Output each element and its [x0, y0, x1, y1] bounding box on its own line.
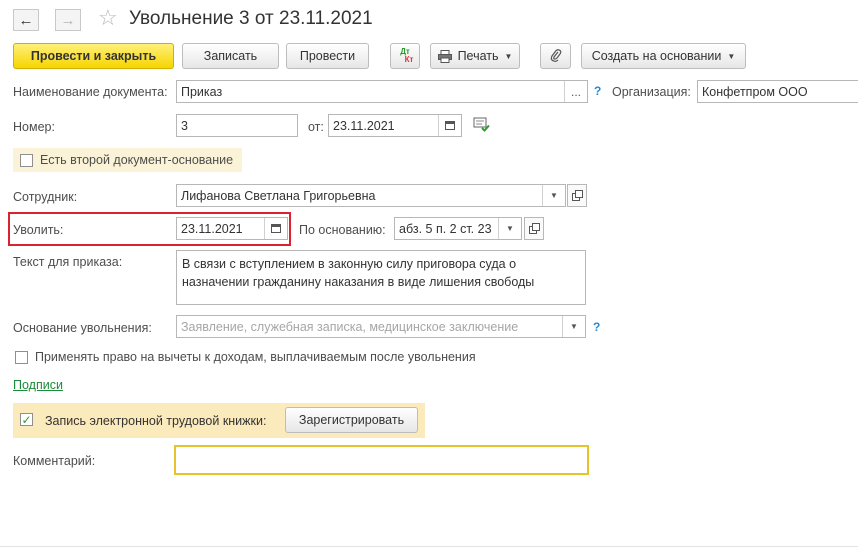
dismissal-reason-label: Основание увольнения:: [13, 321, 152, 335]
employee-open-button[interactable]: [567, 184, 587, 207]
basis-open-button[interactable]: [524, 217, 544, 240]
doc-name-value: Приказ: [181, 84, 223, 99]
number-input[interactable]: 3: [176, 114, 298, 137]
print-label: Печать: [457, 49, 499, 63]
register-button[interactable]: Зарегистрировать: [285, 407, 418, 433]
deductions-label: Применять право на вычеты к доходам, вып…: [35, 350, 476, 364]
attach-button[interactable]: [540, 43, 571, 69]
org-label: Организация:: [612, 85, 691, 99]
save-button[interactable]: Записать: [182, 43, 279, 69]
organization-value: Конфетпром ООО: [702, 84, 808, 99]
document-check-icon[interactable]: [473, 117, 490, 132]
doc-name-label: Наименование документа:: [13, 85, 168, 99]
order-text-line: В связи с вступлением в законную силу пр…: [182, 257, 517, 271]
create-based-on-label: Создать на основании: [591, 49, 722, 63]
create-based-on-button[interactable]: Создать на основании ▼: [581, 43, 746, 69]
order-text-label: Текст для приказа:: [13, 255, 123, 269]
checkmark-icon: ✓: [21, 412, 32, 427]
employee-value: Лифанова Светлана Григорьевна: [181, 188, 376, 203]
kt-label: Кт: [404, 55, 414, 64]
dt-kt-button[interactable]: Дт Кт: [390, 43, 420, 69]
print-button[interactable]: Печать ▼: [430, 43, 520, 69]
back-button[interactable]: ←: [13, 9, 39, 31]
post-button[interactable]: Провести: [286, 43, 369, 69]
organization-input[interactable]: Конфетпром ООО: [697, 80, 858, 103]
etk-checkbox[interactable]: ✓: [20, 413, 33, 426]
comment-label: Комментарий:: [13, 454, 96, 468]
order-text-line: назначении гражданину наказания в виде л…: [182, 275, 535, 289]
open-form-icon: [528, 223, 540, 234]
ellipsis-icon[interactable]: ...: [564, 81, 587, 102]
dropdown-arrow-icon[interactable]: ▼: [562, 316, 585, 337]
etk-label: Запись электронной трудовой книжки:: [45, 414, 267, 428]
employee-input[interactable]: Лифанова Светлана Григорьевна ▼: [176, 184, 566, 207]
open-form-icon: [571, 190, 583, 201]
date-input[interactable]: 23.11.2021: [328, 114, 462, 137]
dropdown-arrow-icon: ▼: [504, 51, 513, 61]
order-text-area[interactable]: В связи с вступлением в законную силу пр…: [176, 250, 586, 305]
help-icon[interactable]: ?: [594, 84, 601, 98]
date-value: 23.11.2021: [333, 118, 395, 133]
second-doc-label: Есть второй документ-основание: [40, 153, 234, 167]
arrow-right-icon: →: [60, 11, 76, 29]
number-value: 3: [181, 118, 188, 133]
help-icon[interactable]: ?: [593, 320, 600, 334]
forward-button[interactable]: →: [55, 9, 81, 31]
employee-label: Сотрудник:: [13, 190, 78, 204]
printer-icon: [437, 49, 452, 63]
dismissal-reason-placeholder: Заявление, служебная записка, медицинско…: [181, 319, 519, 334]
dismiss-label: Уволить:: [13, 223, 64, 237]
number-label: Номер:: [13, 120, 55, 134]
comment-input[interactable]: [174, 445, 589, 475]
calendar-icon[interactable]: [438, 115, 461, 136]
basis-input[interactable]: абз. 5 п. 2 ст. 23 ▼: [394, 217, 522, 240]
doc-name-input[interactable]: Приказ ...: [176, 80, 588, 103]
post-and-close-button[interactable]: Провести и закрыть: [13, 43, 174, 69]
second-doc-checkbox[interactable]: [20, 154, 33, 167]
signatures-link[interactable]: Подписи: [13, 377, 63, 393]
basis-label: По основанию:: [299, 223, 386, 237]
dropdown-arrow-icon: ▼: [727, 51, 736, 61]
deductions-checkbox[interactable]: [15, 351, 28, 364]
dropdown-arrow-icon[interactable]: ▼: [542, 185, 565, 206]
favorite-star-icon[interactable]: ☆: [98, 6, 118, 30]
dismiss-date-value: 23.11.2021: [181, 221, 243, 236]
dropdown-arrow-icon[interactable]: ▼: [498, 218, 521, 239]
date-label: от:: [308, 120, 324, 134]
paperclip-icon: [550, 49, 561, 62]
dismissal-reason-input[interactable]: Заявление, служебная записка, медицинско…: [176, 315, 586, 338]
basis-value: абз. 5 п. 2 ст. 23: [399, 221, 492, 236]
window-title: Увольнение 3 от 23.11.2021: [129, 8, 373, 29]
calendar-icon[interactable]: [264, 218, 287, 239]
dismiss-date-input[interactable]: 23.11.2021: [176, 217, 288, 240]
bottom-divider: [0, 546, 858, 547]
arrow-left-icon: ←: [18, 11, 34, 29]
